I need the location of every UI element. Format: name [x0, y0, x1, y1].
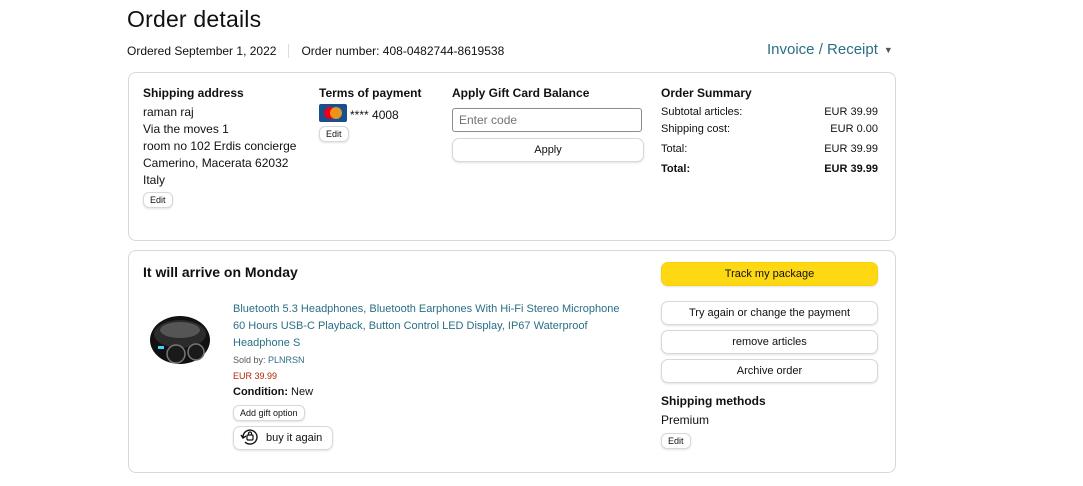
sold-by-label: Sold by:	[233, 355, 266, 365]
condition-label: Condition:	[233, 386, 288, 398]
product-price: EUR 39.99	[233, 371, 278, 381]
chevron-down-icon: ▼	[883, 44, 893, 55]
summary-row: Total: EUR 39.99	[661, 143, 878, 155]
condition: Condition: New	[233, 386, 313, 398]
card-number: **** 4008	[350, 108, 399, 122]
buy-again-label: buy it again	[266, 432, 323, 444]
retry-payment-button[interactable]: Try again or change the payment	[661, 301, 878, 325]
product-image[interactable]	[146, 300, 218, 377]
payment-heading: Terms of payment	[319, 86, 422, 100]
order-meta: Ordered September 1, 2022 Order number: …	[127, 44, 504, 58]
payment-method: **** 4008	[319, 104, 399, 127]
track-package-button[interactable]: Track my package	[661, 262, 878, 286]
edit-address-button[interactable]: Edit	[143, 192, 173, 208]
gift-card-heading: Apply Gift Card Balance	[452, 86, 590, 100]
product-title-link[interactable]: Bluetooth 5.3 Headphones, Bluetooth Earp…	[233, 301, 633, 352]
arrival-heading: It will arrive on Monday	[143, 264, 298, 280]
summary-row: Subtotal articles: EUR 39.99	[661, 106, 878, 118]
grand-total-value: EUR 39.99	[824, 163, 878, 175]
shipping-address-heading: Shipping address	[143, 86, 244, 100]
summary-label: Subtotal articles:	[661, 106, 743, 118]
grand-total-row: Total: EUR 39.99	[661, 163, 878, 175]
address-line: room no 102 Erdis concierge	[143, 139, 297, 153]
address-line: raman raj	[143, 105, 194, 119]
summary-label: Shipping cost:	[661, 123, 731, 135]
gift-card-input[interactable]	[452, 108, 642, 132]
shipping-address: raman raj Via the moves 1 room no 102 Er…	[143, 104, 296, 189]
summary-value: EUR 39.99	[824, 106, 878, 118]
buy-again-button[interactable]: buy it again	[233, 426, 333, 450]
divider	[288, 44, 290, 58]
summary-value: EUR 39.99	[824, 143, 878, 155]
page-title: Order details	[127, 6, 262, 32]
seller-link[interactable]: PLNRSN	[268, 355, 305, 365]
shipping-method-value: Premium	[661, 413, 710, 427]
summary-row: Shipping cost: EUR 0.00	[661, 123, 878, 135]
invoice-dropdown[interactable]: Invoice / Receipt ▼	[767, 41, 893, 58]
order-number: Order number: 408-0482744-8619538	[301, 44, 505, 58]
remove-articles-button[interactable]: remove articles	[661, 330, 878, 354]
edit-shipping-method-button[interactable]: Edit	[661, 433, 691, 449]
sold-by: Sold by: PLNRSN	[233, 355, 305, 365]
add-gift-option-button[interactable]: Add gift option	[233, 405, 305, 421]
address-line: Camerino, Macerata 62032	[143, 156, 289, 170]
apply-gift-card-button[interactable]: Apply	[452, 138, 644, 162]
address-line: Via the moves 1	[143, 122, 229, 136]
condition-value: New	[291, 386, 314, 398]
mastercard-icon	[319, 104, 347, 127]
summary-label: Total:	[661, 143, 688, 155]
grand-total-label: Total:	[661, 163, 691, 175]
shipping-methods-heading: Shipping methods	[661, 394, 766, 408]
address-line: Italy	[143, 173, 166, 187]
order-date: Ordered September 1, 2022	[127, 44, 277, 58]
invoice-label: Invoice / Receipt	[767, 41, 878, 58]
archive-order-button[interactable]: Archive order	[661, 359, 878, 383]
summary-value: EUR 0.00	[830, 123, 878, 135]
rebuy-icon	[240, 428, 260, 449]
order-summary-heading: Order Summary	[661, 86, 752, 100]
edit-payment-button[interactable]: Edit	[319, 126, 349, 142]
